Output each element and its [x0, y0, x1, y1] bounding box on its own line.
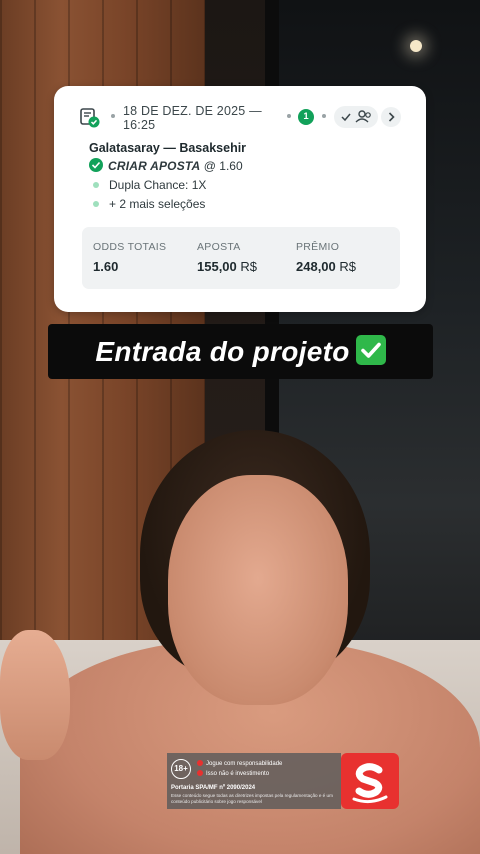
check-circle-icon [89, 158, 103, 172]
person-thumbs-up-hand [0, 630, 70, 760]
more-selections-row[interactable]: + 2 mais seleções [89, 197, 205, 211]
prize-unit: R$ [339, 259, 357, 274]
stake-column: APOSTA 155,00 R$ [197, 241, 257, 274]
odds-label: ODDS TOTAIS [93, 241, 167, 253]
market-text: Dupla Chance: 1X [109, 178, 207, 192]
match-title: Galatasaray — Basaksehir [89, 141, 247, 155]
warning-line: Isso não é investimento [197, 770, 269, 777]
odds-column: ODDS TOTAIS 1.60 [93, 241, 166, 274]
criar-aposta-odds: @ 1.60 [203, 159, 243, 173]
odds-value: 1.60 [93, 259, 119, 274]
person-face [168, 475, 348, 705]
open-bet-button[interactable] [381, 107, 401, 127]
fineprint-text: Esse conteúdo segue todas as diretrizes … [171, 793, 333, 804]
warning-text-1: Jogue com responsabilidade [206, 761, 283, 767]
more-selections-text: + 2 mais seleções [109, 197, 206, 211]
share-button[interactable] [334, 106, 378, 128]
criar-aposta-label: CRIAR APOSTA [108, 159, 201, 173]
warning-dot-icon [197, 760, 203, 766]
stake-unit: R$ [240, 259, 258, 274]
criar-aposta-row: CRIAR APOSTA @ 1.60 [89, 158, 243, 173]
bet-date: 18 DE DEZ. DE 2025 — 16:25 [123, 104, 262, 132]
responsible-gambling-banner: 18+ Jogue com responsabilidade Isso não … [167, 753, 341, 809]
bet-summary: ODDS TOTAIS 1.60 APOSTA 155,00 R$ PRÊMIO… [82, 227, 400, 289]
separator-dot [287, 114, 291, 118]
prize-amount: 248,00 R$ [296, 259, 356, 274]
chevron-right-icon [388, 112, 395, 122]
portaria-text: Portaria SPA/MF nº 2090/2024 [171, 785, 256, 791]
separator-dot [111, 114, 115, 118]
sportingbet-s-logo [341, 753, 399, 809]
warning-dot-icon [197, 770, 203, 776]
warning-line: Jogue com responsabilidade [197, 760, 282, 767]
market-row: Dupla Chance: 1X [89, 178, 206, 192]
ticket-check-icon [80, 108, 100, 128]
warning-text-2: Isso não é investimento [206, 771, 270, 777]
bet-slip-card[interactable]: 18 DE DEZ. DE 2025 — 16:25 1 Galatasaray… [54, 86, 426, 312]
video-caption: Entrada do projeto [48, 324, 433, 379]
separator-dot [322, 114, 326, 118]
check-mark-button-icon [355, 335, 386, 365]
bullet-dot [93, 201, 99, 208]
prize-label: PRÊMIO [296, 241, 340, 253]
bullet-dot [93, 182, 99, 189]
bet-slip-header: 18 DE DEZ. DE 2025 — 16:25 1 [54, 86, 426, 142]
prize-column: PRÊMIO 248,00 R$ [296, 241, 356, 274]
ceiling-light [410, 40, 422, 52]
stake-amount: 155,00 R$ [197, 259, 257, 274]
stake-label: APOSTA [197, 241, 241, 253]
age-restriction-badge: 18+ [171, 759, 191, 779]
caption-text: Entrada do projeto [95, 336, 350, 367]
selection-count-badge: 1 [298, 109, 314, 125]
stake-value: 155,00 [197, 259, 237, 274]
prize-value: 248,00 [296, 259, 336, 274]
share-people-icon [341, 110, 371, 123]
